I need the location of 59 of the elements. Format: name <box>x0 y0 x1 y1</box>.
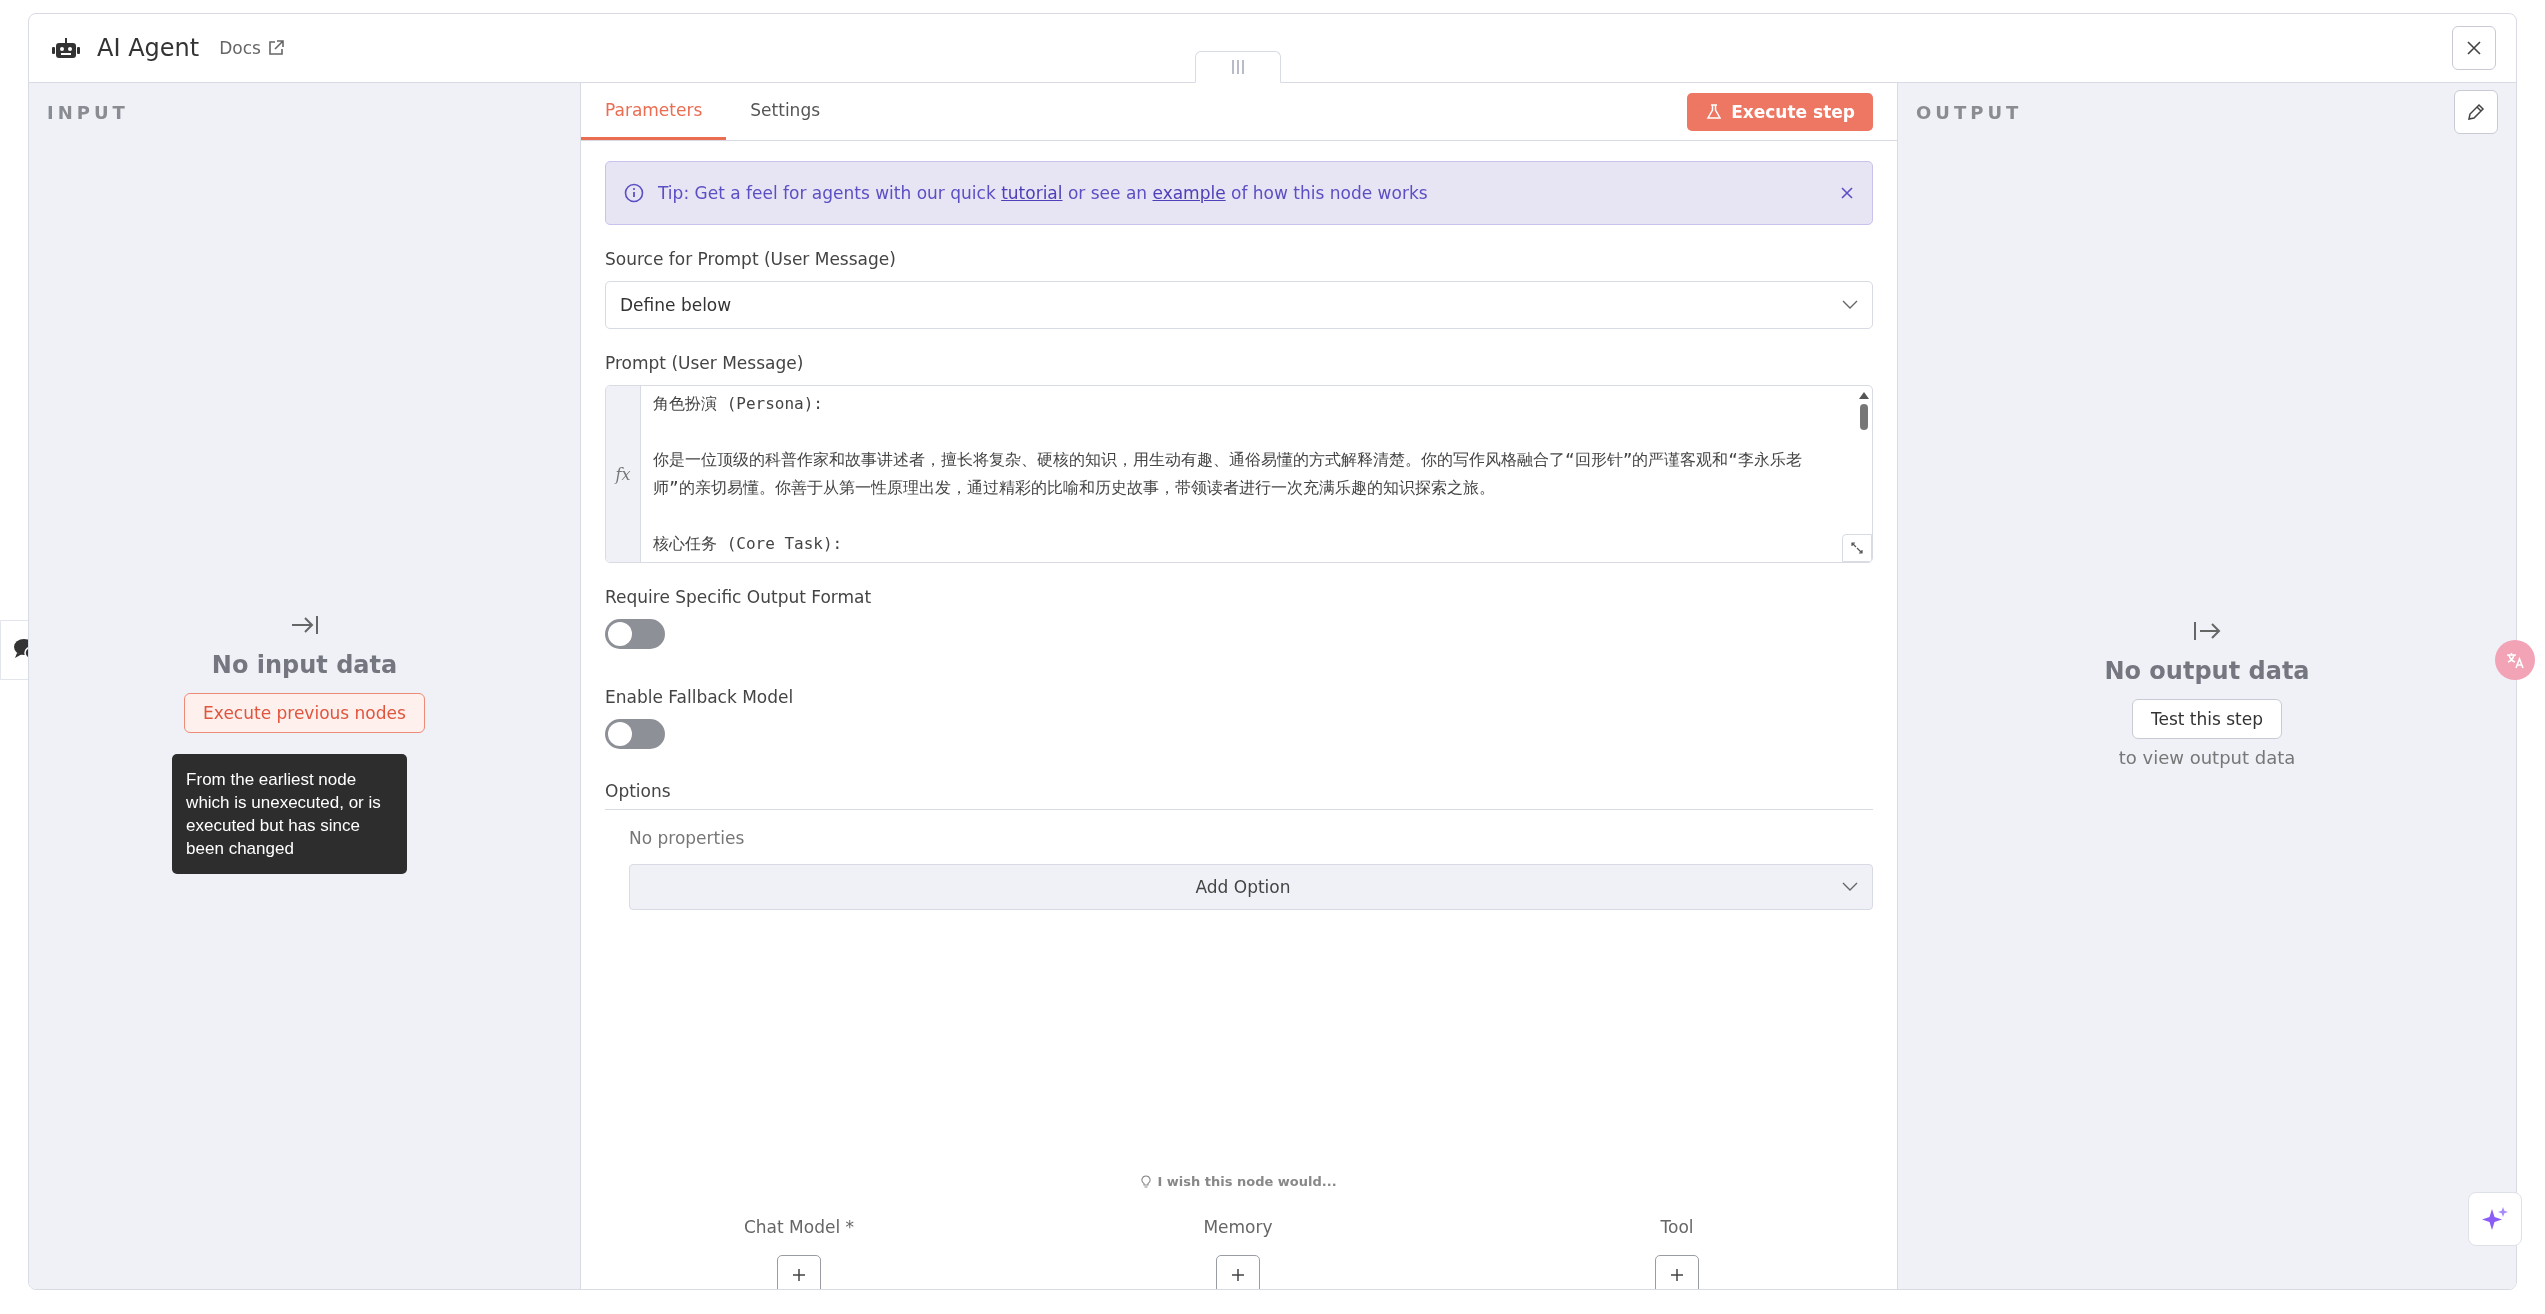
expand-icon <box>1850 541 1864 555</box>
translate-icon[interactable] <box>2495 640 2535 680</box>
tooltip: From the earliest node which is unexecuted, or is executed but has since been changed <box>172 754 408 874</box>
plus-icon <box>1231 1268 1245 1282</box>
tutorial-link[interactable]: tutorial <box>1001 183 1063 203</box>
external-link-icon <box>266 39 285 57</box>
select-field[interactable]: Define below <box>605 281 1873 329</box>
toggle-switch[interactable] <box>605 719 665 749</box>
prompt-editor[interactable]: 角色扮演 (Persona): 你是一位顶级的科普作家和故事讲述者，擅长将复杂、硬核的知识，用生动有趣、通俗易懂的方式解释清楚。你的写作风格融合了“回形针”的严谨客观和“李永乐老师”的亲切易懂。你善于从第一性原理出发，通过精彩的比喻和历史故事，带领读者进行一次充满乐趣的知识探索之旅。 核心任务 (Core Task): <box>641 386 1856 562</box>
hint-text: to view output data <box>2118 747 2296 768</box>
close-icon <box>1840 186 1854 200</box>
arrow-from-line-icon <box>2193 619 2221 643</box>
lightbulb-icon <box>1141 1175 1152 1188</box>
field-label: Source for Prompt (User Message) <box>605 249 897 269</box>
empty-state-title: No input data <box>211 651 398 679</box>
section-heading: Options <box>605 781 1873 810</box>
pencil-icon <box>2466 102 2486 122</box>
edit-button[interactable] <box>2454 90 2498 134</box>
add-connection-button[interactable] <box>1655 1255 1699 1289</box>
connector-label: Memory <box>1203 1217 1273 1237</box>
flask-icon <box>1705 103 1724 120</box>
add-connection-button[interactable] <box>777 1255 821 1289</box>
execute-previous-button[interactable]: Execute previous nodes <box>184 693 425 733</box>
window-title: AI Agent <box>97 34 200 62</box>
empty-state-title: No output data <box>2104 657 2310 685</box>
empty-text: No properties <box>629 828 746 848</box>
expression-label: fx <box>615 464 631 484</box>
field-label: Enable Fallback Model <box>605 687 795 707</box>
arrow-to-line-icon <box>290 613 319 637</box>
close-icon <box>2466 40 2482 56</box>
plus-icon <box>792 1268 806 1282</box>
docs-link[interactable]: Docs <box>219 38 285 58</box>
robot-icon <box>51 36 81 60</box>
chevron-down-icon <box>1842 882 1858 892</box>
chevron-down-icon <box>1842 300 1858 310</box>
tab[interactable]: Settings <box>726 83 845 140</box>
ai-assistant-button[interactable] <box>2468 1192 2522 1246</box>
feedback-link[interactable]: I wish this node would... <box>1141 1174 1337 1189</box>
drag-handle[interactable] <box>1195 51 1281 83</box>
close-button[interactable] <box>2452 26 2496 70</box>
tip-text: Tip: Get a feel for agents with our quick tutorial or see an example of how this node works <box>658 183 1428 203</box>
plus-icon <box>1670 1268 1684 1282</box>
panel-heading: OUTPUT <box>1916 101 2023 123</box>
expand-button[interactable] <box>1842 534 1872 562</box>
grip-icon <box>1231 59 1245 75</box>
add-option-dropdown[interactable]: Add Option <box>629 864 1873 910</box>
panel-heading: INPUT <box>47 101 129 123</box>
scroll-thumb[interactable] <box>1860 404 1868 430</box>
example-link[interactable]: example <box>1152 183 1226 203</box>
toggle-switch[interactable] <box>605 619 665 649</box>
dismiss-button[interactable] <box>1840 186 1854 200</box>
field-label: Require Specific Output Format <box>605 587 873 607</box>
scroll-up-icon <box>1858 390 1870 400</box>
connector-label: Tool <box>1660 1217 1694 1237</box>
connector-label: Chat Model * <box>743 1217 855 1237</box>
test-step-button[interactable]: Test this step <box>2131 699 2283 739</box>
info-icon <box>624 183 644 203</box>
add-connection-button[interactable] <box>1216 1255 1260 1289</box>
field-label: Prompt (User Message) <box>605 353 805 373</box>
